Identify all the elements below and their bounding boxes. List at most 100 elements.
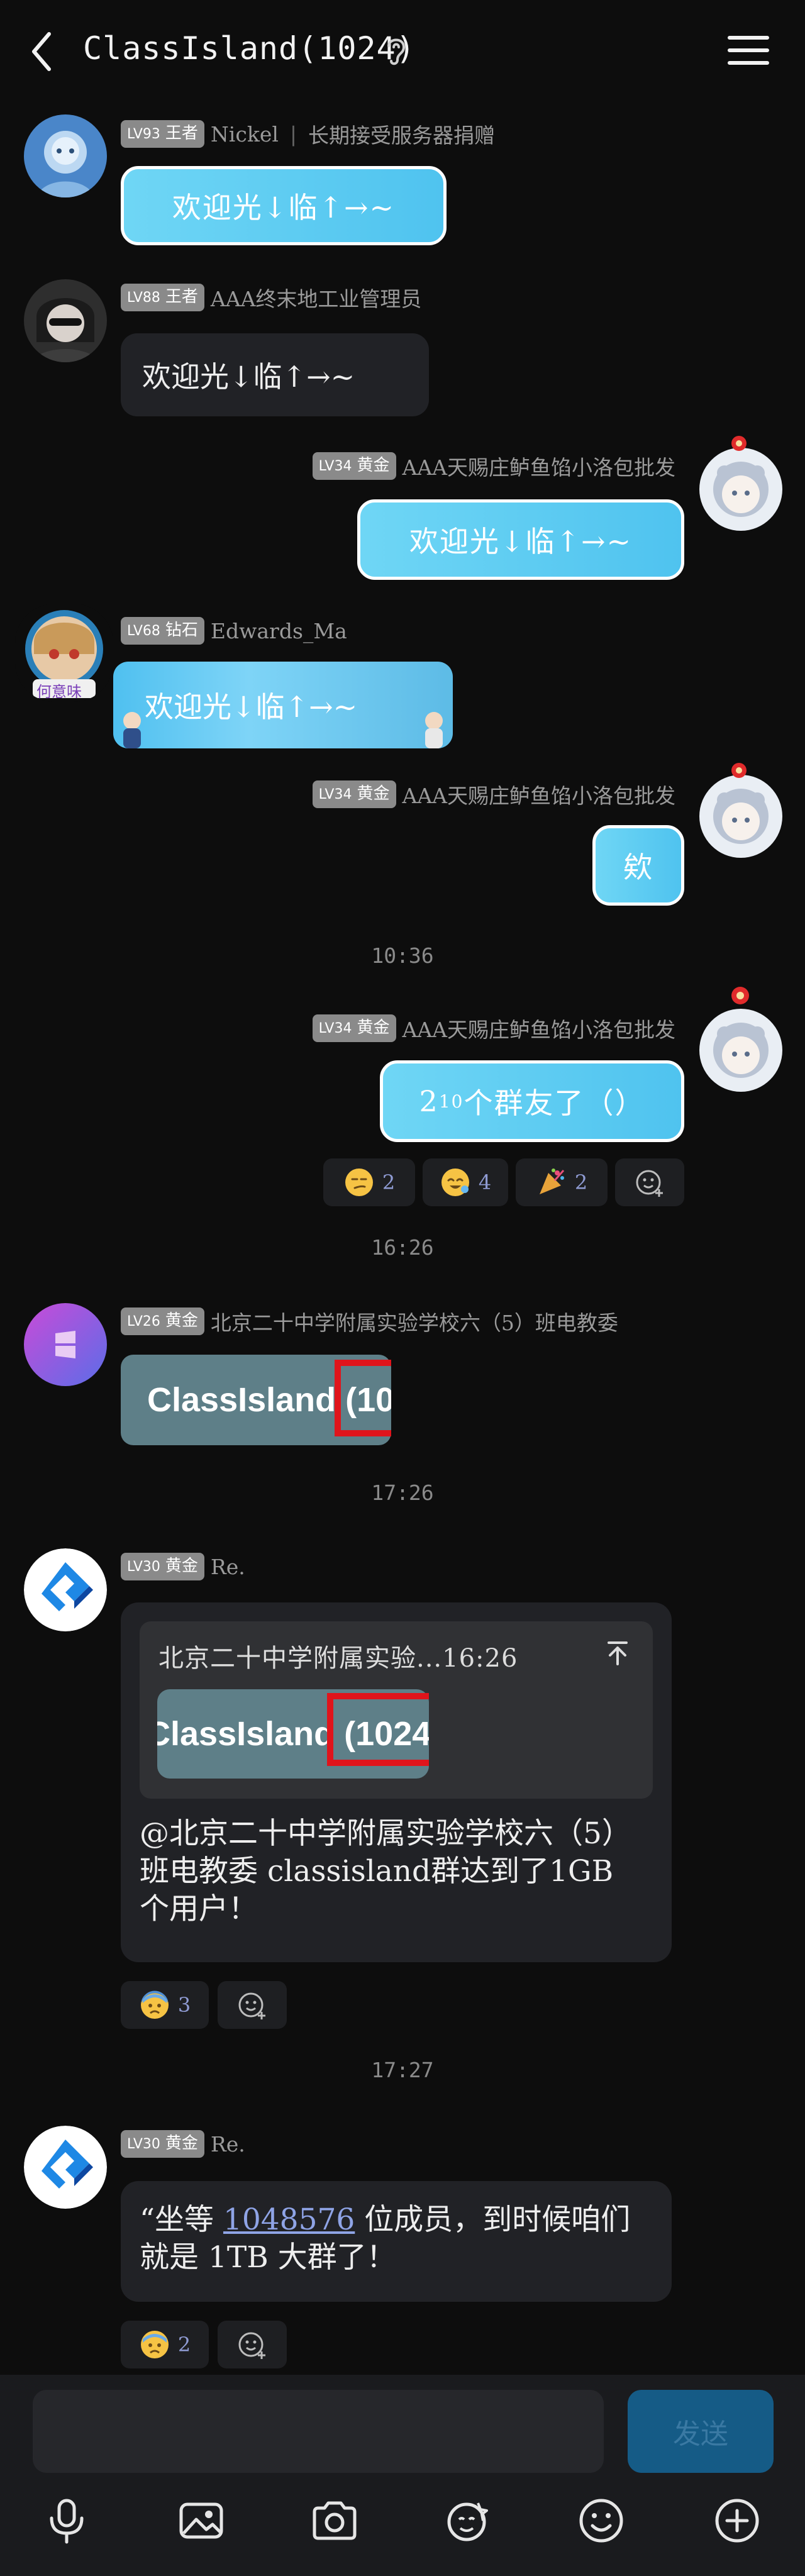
- self-avatar[interactable]: [699, 1009, 782, 1092]
- menu-button[interactable]: [726, 30, 771, 70]
- reaction-chip[interactable]: 4: [423, 1158, 508, 1206]
- message-text: 欢迎光↓临↑→~: [145, 690, 358, 724]
- reaction-chip[interactable]: 2: [121, 2321, 209, 2368]
- add-reaction-button[interactable]: [615, 1158, 684, 1206]
- sender-title: 长期接受服务器捐赠: [308, 123, 496, 148]
- emoji-button[interactable]: [571, 2490, 631, 2551]
- sticker-figure: [415, 709, 453, 748]
- level-badge: LV34 黄金: [312, 780, 396, 808]
- chat-title: ClassIsland(1024): [83, 30, 416, 67]
- laughing-emoji-icon: [440, 1167, 471, 1198]
- microphone-icon: [50, 2499, 84, 2544]
- self-avatar[interactable]: [699, 775, 782, 858]
- smirk-emoji-icon: [343, 1167, 375, 1198]
- anxious-emoji-icon: [139, 1989, 170, 2021]
- reaction-count: 2: [177, 2333, 191, 2357]
- sticker-button[interactable]: [438, 2490, 498, 2551]
- reaction-chip[interactable]: 2: [516, 1158, 608, 1206]
- avatar-caption: 何意味: [36, 683, 82, 701]
- message-bubble[interactable]: 欢迎光↓临↑→~: [357, 499, 684, 580]
- add-emoji-icon: [634, 1167, 665, 1198]
- self-avatar[interactable]: [699, 448, 782, 531]
- reaction-count: 2: [574, 1170, 588, 1194]
- timestamp: 16:26: [371, 1235, 434, 1260]
- send-button[interactable]: 发送: [628, 2390, 774, 2473]
- level-badge: LV30 黄金: [121, 1553, 204, 1580]
- sender-name[interactable]: AAA天赐庄鲈鱼馅小洛包批发: [402, 779, 676, 809]
- sender-name[interactable]: AAA终末地工业管理员: [211, 282, 422, 313]
- jump-to-top-icon[interactable]: [604, 1639, 631, 1667]
- ear-icon: [384, 35, 409, 66]
- message-bubble[interactable]: 欢迎光↓临↑→~: [121, 166, 447, 245]
- add-emoji-icon: [236, 2329, 268, 2360]
- level-badge: LV30 黄金: [121, 2130, 204, 2158]
- party-popper-icon: [536, 1167, 567, 1198]
- flower-icon: [730, 434, 748, 453]
- avatar[interactable]: [24, 114, 107, 197]
- timestamp: 10:36: [371, 943, 434, 968]
- sender-name[interactable]: Re.: [211, 1555, 245, 1579]
- add-reaction-button[interactable]: [218, 2321, 287, 2368]
- anxious-emoji-icon: [139, 2329, 170, 2360]
- sender-line: LV34 黄金 AAA天赐庄鲈鱼馅小洛包批发: [312, 1013, 676, 1043]
- sender-name[interactable]: 北京二十中学附属实验学校六（5）班电教委: [211, 1306, 618, 1336]
- sender-line: LV68 钻石 Edwards_Ma: [121, 616, 347, 645]
- sender-line: LV93 王者 Nickel | 长期接受服务器捐赠: [121, 119, 495, 148]
- reaction-count: 2: [382, 1170, 396, 1194]
- avatar[interactable]: [24, 1548, 107, 1631]
- level-badge: LV88 王者: [121, 284, 204, 311]
- level-badge: LV26 黄金: [121, 1307, 204, 1335]
- level-badge: LV93 王者: [121, 120, 204, 148]
- message-text: “坐等 1048576 位成员，到时候咱们就是 1TB 大群了！: [140, 2202, 631, 2275]
- back-button[interactable]: [25, 26, 58, 77]
- quote-header: 北京二十中学附属实验...16:26: [158, 1644, 518, 1673]
- level-badge: LV34 黄金: [312, 1014, 396, 1042]
- image-icon: [179, 2502, 223, 2539]
- reaction-count: 4: [478, 1170, 492, 1194]
- reaction-count: 3: [177, 1993, 191, 2017]
- level-badge: LV34 黄金: [312, 452, 396, 480]
- plus-icon: [715, 2499, 759, 2543]
- emoji-icon: [579, 2499, 623, 2543]
- sender-name[interactable]: AAA天赐庄鲈鱼馅小洛包批发: [402, 1013, 676, 1043]
- camera-icon: [313, 2501, 357, 2540]
- sticker-figure: [113, 709, 151, 748]
- avatar[interactable]: [24, 279, 107, 362]
- add-emoji-icon: [236, 1989, 268, 2021]
- camera-button[interactable]: [304, 2490, 365, 2551]
- sender-name[interactable]: AAA天赐庄鲈鱼馅小洛包批发: [402, 451, 676, 481]
- more-button[interactable]: [707, 2490, 767, 2551]
- number-link[interactable]: 1048576: [223, 2202, 355, 2237]
- sender-line: LV34 黄金 AAA天赐庄鲈鱼馅小洛包批发: [312, 451, 676, 481]
- avatar[interactable]: [24, 1303, 107, 1386]
- message-bubble[interactable]: 2 10 个群友了（）: [380, 1060, 684, 1142]
- level-badge: LV68 钻石: [121, 617, 204, 645]
- reaction-chip[interactable]: 2: [323, 1158, 415, 1206]
- sender-line: LV30 黄金 Re.: [121, 1552, 245, 1581]
- sender-name[interactable]: Edwards_Ma: [211, 619, 347, 643]
- message-input[interactable]: [33, 2390, 604, 2473]
- message-bubble[interactable]: 欸: [592, 825, 684, 906]
- sticker-icon: [447, 2502, 488, 2541]
- image-button[interactable]: [171, 2490, 231, 2551]
- reaction-chip[interactable]: 3: [121, 1981, 209, 2029]
- divider: |: [289, 121, 297, 147]
- add-reaction-button[interactable]: [218, 1981, 287, 2029]
- flower-icon: [730, 761, 748, 780]
- sender-line: LV26 黄金 北京二十中学附属实验学校六（5）班电教委: [121, 1307, 618, 1336]
- avatar[interactable]: [24, 2126, 107, 2209]
- sender-line: LV34 黄金 AAA天赐庄鲈鱼馅小洛包批发: [312, 779, 676, 809]
- avatar[interactable]: 何意味: [15, 604, 113, 702]
- timestamp: 17:27: [371, 2058, 434, 2082]
- microphone-button[interactable]: [36, 2490, 97, 2551]
- message-bubble[interactable]: 欢迎光↓临↑→~: [113, 662, 453, 748]
- hamburger-icon: [728, 36, 769, 65]
- sender-name[interactable]: Nickel: [211, 122, 279, 147]
- sender-line: LV30 黄金 Re.: [121, 2129, 245, 2158]
- sender-name[interactable]: Re.: [211, 2132, 245, 2157]
- sender-line: LV88 王者 AAA终末地工业管理员: [121, 283, 421, 312]
- message-bubble[interactable]: 欢迎光↓临↑→~: [121, 333, 429, 416]
- timestamp: 17:26: [371, 1480, 434, 1505]
- highlight-box: [327, 1693, 429, 1766]
- chevron-left-icon: [32, 32, 51, 71]
